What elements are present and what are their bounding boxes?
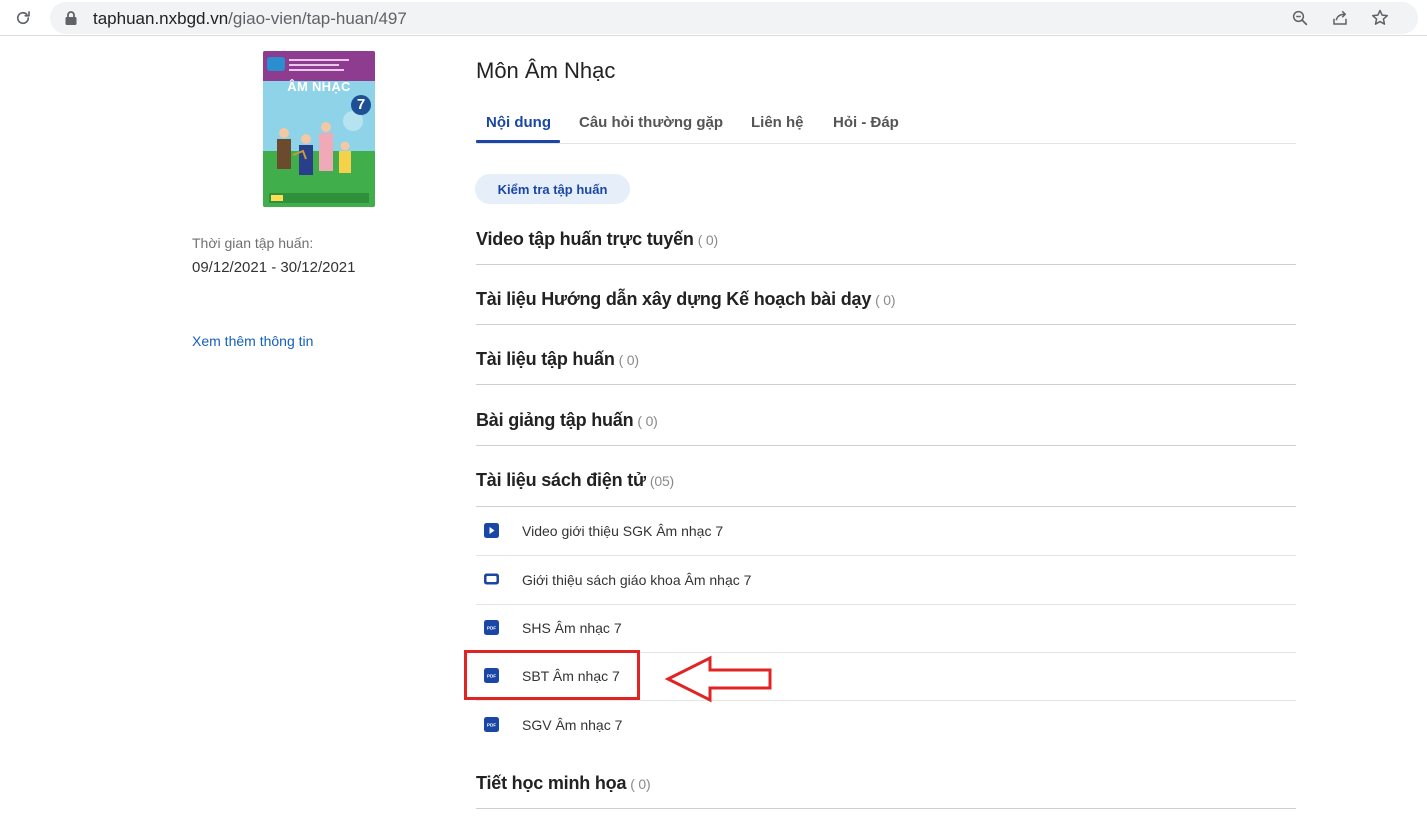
document-item[interactable]: Video giới thiệu SGK Âm nhạc 7 [476,507,1296,556]
section-lesson-plan-guide[interactable]: Tài liệu Hướng dẫn xây dựng Kế hoạch bài… [476,278,1296,325]
document-label: SHS Âm nhạc 7 [522,620,622,636]
training-time-value: 09/12/2021 - 30/12/2021 [192,259,356,276]
tab-contact[interactable]: Liên hệ [751,114,804,131]
zoom-icon [1292,10,1308,26]
section-count: (05) [649,473,674,489]
training-time-label: Thời gian tập huấn: [192,235,314,251]
document-label: Giới thiệu sách giáo khoa Âm nhạc 7 [522,572,752,588]
document-item[interactable]: PDF SGV Âm nhạc 7 [476,701,1296,750]
section-count: ( 0) [618,352,639,368]
section-demo-lessons[interactable]: Tiết học minh họa( 0) [476,762,1296,809]
tab-qa[interactable]: Hỏi - Đáp [833,114,899,131]
cover-illustration [263,51,375,207]
section-training-docs[interactable]: Tài liệu tập huấn( 0) [476,338,1296,385]
more-info-link[interactable]: Xem thêm thông tin [192,333,313,349]
document-label: Video giới thiệu SGK Âm nhạc 7 [522,523,724,539]
address-bar[interactable]: taphuan.nxbgd.vn/giao-vien/tap-huan/497 [50,2,1418,34]
browser-toolbar: taphuan.nxbgd.vn/giao-vien/tap-huan/497 [0,0,1427,36]
cover-grade-badge: 7 [351,95,371,115]
pdf-icon: PDF [484,717,499,732]
section-title: Video tập huấn trực tuyến( 0) [476,229,718,249]
reload-button[interactable] [10,5,36,31]
document-item[interactable]: Giới thiệu sách giáo khoa Âm nhạc 7 [476,556,1296,605]
section-title: Tài liệu sách điện tử (05) [476,470,674,490]
slide-icon [484,573,499,585]
tab-faq[interactable]: Câu hỏi thường gặp [579,114,723,131]
section-title: Tài liệu tập huấn( 0) [476,349,639,369]
tab-content[interactable]: Nội dung [486,114,551,131]
bookmark-button[interactable] [1370,8,1390,28]
active-tab-indicator [476,140,560,143]
cover-title: ÂM NHẠC [287,79,351,94]
video-play-icon [484,523,499,538]
page-title: Môn Âm Nhạc [476,58,616,83]
section-ebook-docs[interactable]: Tài liệu sách điện tử (05) [476,459,1296,507]
url-text[interactable]: taphuan.nxbgd.vn/giao-vien/tap-huan/497 [93,9,407,29]
section-count: ( 0) [637,413,658,429]
share-icon [1333,10,1347,25]
share-button[interactable] [1330,8,1350,28]
document-item[interactable]: PDF SHS Âm nhạc 7 [476,604,1296,653]
tab-bar: Nội dung Câu hỏi thường gặp Liên hệ Hỏi … [476,112,1296,144]
document-label: SGV Âm nhạc 7 [522,717,623,733]
section-count: ( 0) [630,776,651,792]
section-title: Tài liệu Hướng dẫn xây dựng Kế hoạch bài… [476,289,896,309]
section-title: Tiết học minh họa( 0) [476,773,651,793]
svg-text:PDF: PDF [487,723,496,728]
pdf-icon: PDF [484,620,499,635]
section-title: Bài giảng tập huấn( 0) [476,410,658,430]
bookmark-star-icon [1372,9,1388,25]
section-training-lectures[interactable]: Bài giảng tập huấn( 0) [476,399,1296,446]
zoom-button[interactable] [1290,8,1310,28]
book-cover-image: ÂM NHẠC 7 [263,51,375,207]
reload-icon [16,11,30,25]
section-online-video[interactable]: Video tập huấn trực tuyến( 0) [476,218,1296,265]
check-training-button[interactable]: Kiểm tra tập huấn [475,174,630,204]
section-count: ( 0) [875,292,896,308]
left-arrow-icon [664,655,772,703]
highlight-box [464,650,640,700]
lock-icon[interactable] [64,10,78,26]
section-count: ( 0) [697,232,718,248]
svg-text:PDF: PDF [487,626,496,631]
